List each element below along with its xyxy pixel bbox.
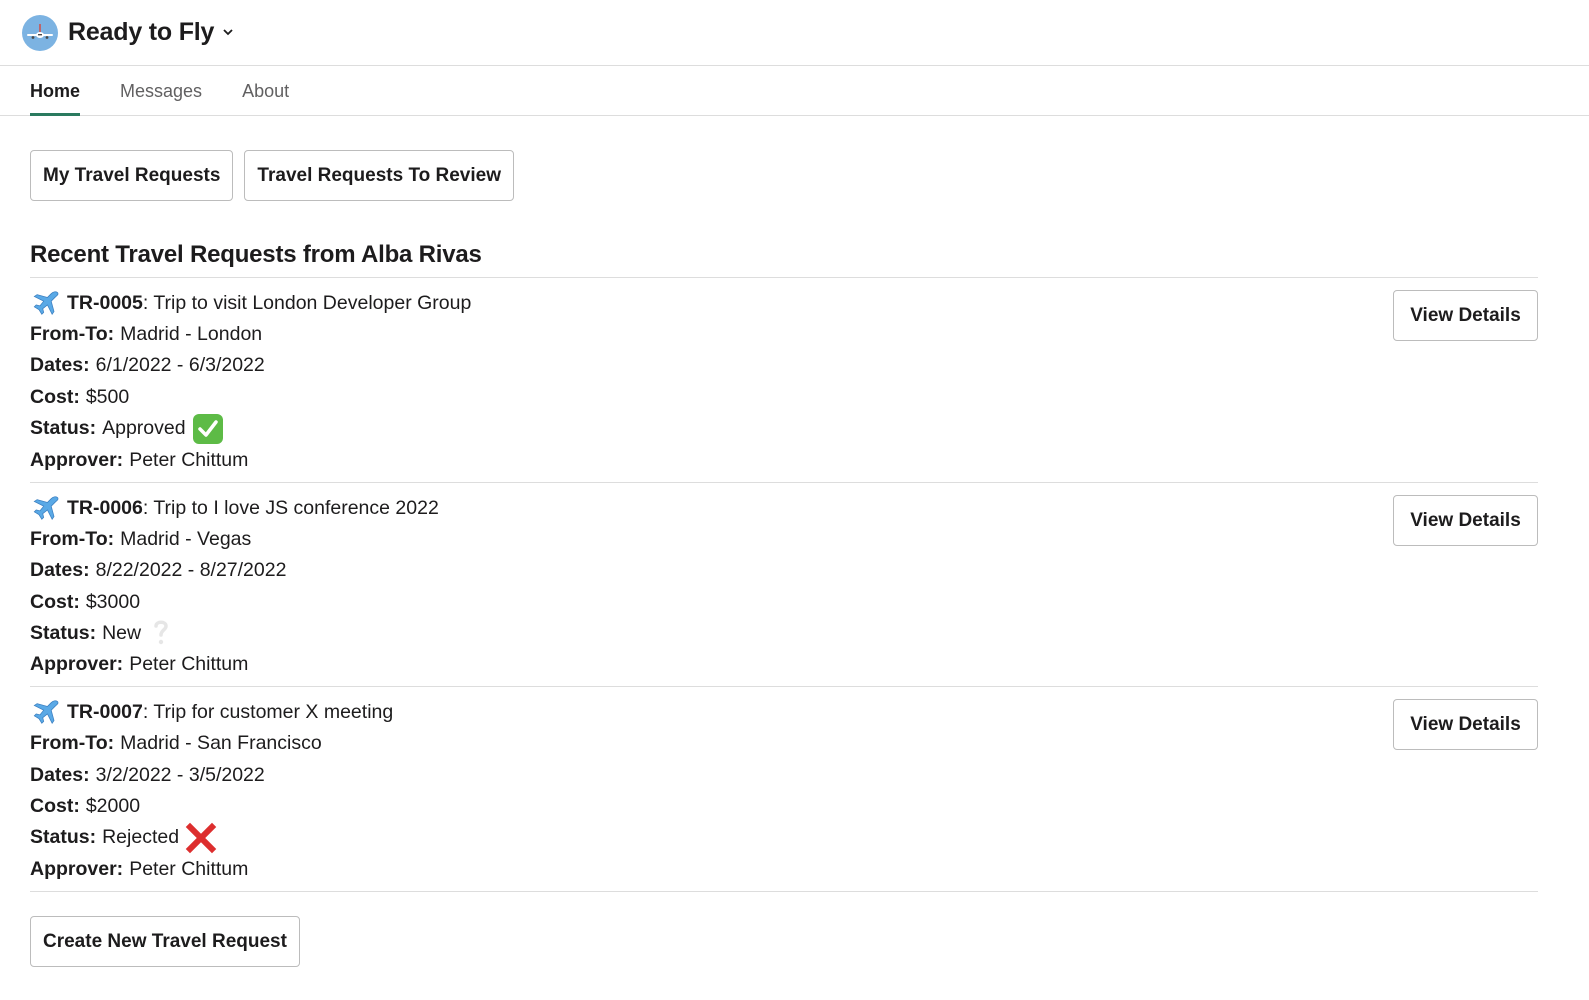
request-header: TR-0007 : Trip for customer X meeting bbox=[30, 697, 1538, 728]
airplane-icon bbox=[33, 290, 59, 315]
from-to-value: Madrid - London bbox=[120, 323, 263, 346]
cost-label: Cost: bbox=[30, 794, 80, 817]
section-title: Recent Travel Requests from Alba Rivas bbox=[30, 241, 1538, 278]
cost-row: Cost: $500 bbox=[30, 382, 1538, 413]
from-to-row: From-To: Madrid - London bbox=[30, 319, 1538, 350]
approver-label: Approver: bbox=[30, 858, 124, 881]
tab-about[interactable]: About bbox=[242, 81, 289, 115]
dates-row: Dates: 6/1/2022 - 6/3/2022 bbox=[30, 350, 1538, 381]
status-value: New bbox=[102, 621, 142, 644]
airplane-front-icon bbox=[27, 23, 53, 39]
from-to-row: From-To: Madrid - San Francisco bbox=[30, 728, 1538, 759]
create-new-travel-request-button[interactable]: Create New Travel Request bbox=[30, 916, 300, 968]
status-row: Status: New bbox=[30, 618, 1538, 649]
approver-label: Approver: bbox=[30, 448, 124, 471]
from-to-value: Madrid - San Francisco bbox=[120, 732, 322, 755]
request-id: TR-0007 bbox=[67, 701, 143, 724]
approver-row: Approver: Peter Chittum bbox=[30, 445, 1538, 476]
view-details-button[interactable]: View Details bbox=[1393, 290, 1538, 341]
request-item: TR-0007 : Trip for customer X meeting Fr… bbox=[30, 687, 1538, 893]
request-id: TR-0005 bbox=[67, 292, 143, 314]
dates-value: 6/1/2022 - 6/3/2022 bbox=[95, 354, 265, 377]
travel-requests-to-review-button[interactable]: Travel Requests To Review bbox=[244, 150, 514, 201]
cost-label: Cost: bbox=[30, 590, 80, 613]
app-title[interactable]: Ready to Fly bbox=[68, 18, 214, 47]
status-label: Status: bbox=[30, 417, 97, 440]
cost-label: Cost: bbox=[30, 385, 80, 408]
approver-value: Peter Chittum bbox=[129, 448, 249, 471]
request-id: TR-0006 bbox=[67, 497, 143, 520]
app-logo[interactable] bbox=[22, 14, 58, 51]
question-mark-icon bbox=[151, 618, 171, 648]
status-value: Approved bbox=[102, 417, 186, 440]
approver-row: Approver: Peter Chittum bbox=[30, 854, 1538, 885]
approver-value: Peter Chittum bbox=[129, 653, 249, 676]
dates-value: 3/2/2022 - 3/5/2022 bbox=[95, 763, 265, 786]
home-content: My Travel Requests Travel Requests To Re… bbox=[0, 116, 1589, 968]
from-to-label: From-To: bbox=[30, 323, 115, 346]
from-to-value: Madrid - Vegas bbox=[120, 528, 252, 551]
dates-label: Dates: bbox=[30, 354, 90, 377]
dates-value: 8/22/2022 - 8/27/2022 bbox=[95, 559, 287, 582]
airplane-icon bbox=[33, 495, 59, 520]
request-title: : Trip to I love JS conference 2022 bbox=[142, 497, 439, 520]
status-value: Rejected bbox=[102, 826, 180, 849]
tab-home[interactable]: Home bbox=[30, 81, 81, 116]
app-header: Ready to Fly bbox=[0, 0, 1589, 66]
status-label: Status: bbox=[30, 826, 97, 849]
my-travel-requests-button[interactable]: My Travel Requests bbox=[30, 150, 234, 201]
view-details-button[interactable]: View Details bbox=[1393, 699, 1538, 751]
approver-label: Approver: bbox=[30, 653, 124, 676]
check-mark-icon bbox=[192, 413, 224, 445]
dates-row: Dates: 8/22/2022 - 8/27/2022 bbox=[30, 555, 1538, 586]
cost-row: Cost: $2000 bbox=[30, 791, 1538, 822]
request-header: TR-0005 : Trip to visit London Developer… bbox=[30, 288, 1538, 319]
request-header: TR-0006 : Trip to I love JS conference 2… bbox=[30, 493, 1538, 524]
dates-label: Dates: bbox=[30, 763, 90, 786]
from-to-row: From-To: Madrid - Vegas bbox=[30, 524, 1538, 555]
cost-value: $3000 bbox=[85, 590, 141, 613]
request-title: : Trip for customer X meeting bbox=[142, 701, 394, 724]
status-row: Status: Approved bbox=[30, 413, 1538, 445]
create-row: Create New Travel Request bbox=[30, 916, 1538, 968]
tab-messages[interactable]: Messages bbox=[120, 81, 202, 115]
view-details-button[interactable]: View Details bbox=[1393, 495, 1538, 547]
status-label: Status: bbox=[30, 621, 97, 644]
tab-bar: Home Messages About bbox=[0, 66, 1589, 116]
from-to-label: From-To: bbox=[30, 528, 115, 551]
action-row: My Travel Requests Travel Requests To Re… bbox=[30, 150, 1538, 201]
request-item: TR-0006 : Trip to I love JS conference 2… bbox=[30, 483, 1538, 688]
approver-value: Peter Chittum bbox=[129, 858, 249, 881]
cost-value: $500 bbox=[85, 385, 130, 408]
cross-mark-icon bbox=[185, 822, 217, 854]
airplane-icon bbox=[33, 700, 59, 724]
dates-label: Dates: bbox=[30, 559, 90, 582]
dates-row: Dates: 3/2/2022 - 3/5/2022 bbox=[30, 760, 1538, 791]
request-title: : Trip to visit London Developer Group bbox=[142, 292, 472, 314]
cost-value: $2000 bbox=[85, 794, 141, 817]
chevron-down-icon[interactable] bbox=[222, 27, 234, 39]
status-row: Status: Rejected bbox=[30, 822, 1538, 854]
cost-row: Cost: $3000 bbox=[30, 587, 1538, 618]
approver-row: Approver: Peter Chittum bbox=[30, 649, 1538, 680]
request-item: TR-0005 : Trip to visit London Developer… bbox=[30, 278, 1538, 484]
from-to-label: From-To: bbox=[30, 732, 115, 755]
